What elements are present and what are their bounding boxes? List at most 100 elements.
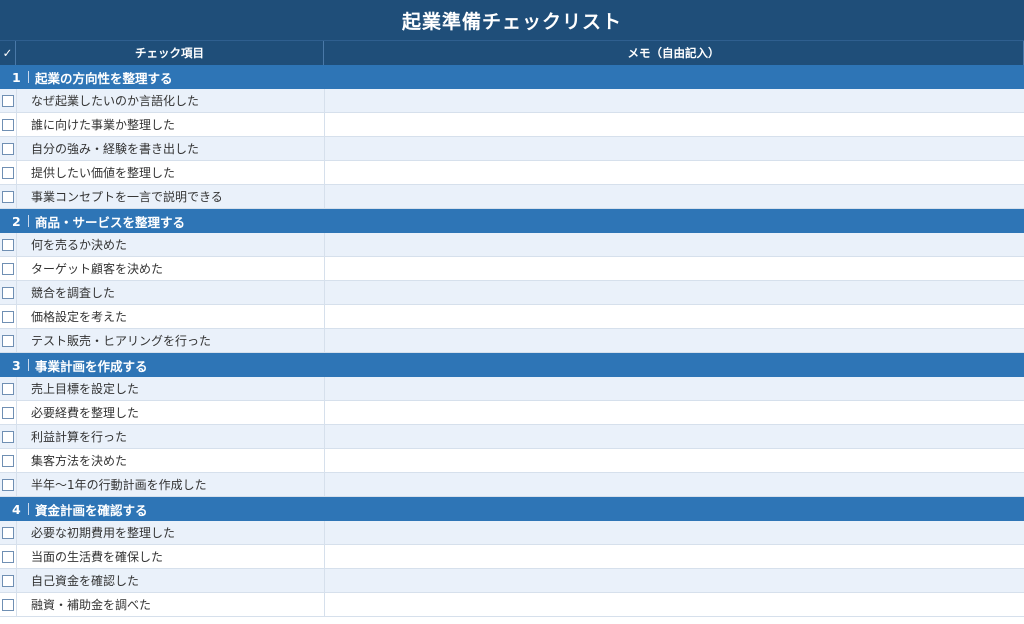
checkbox[interactable] [2,478,14,491]
section-header: 1 起業の方向性を整理する [0,65,1024,89]
memo-cell[interactable] [325,137,1024,160]
checkbox[interactable] [2,334,14,347]
check-cell[interactable] [0,89,17,112]
memo-cell[interactable] [325,449,1024,472]
check-item-label: なぜ起業したいのか言語化した [17,89,325,112]
checklist-row: 利益計算を行った [0,425,1024,449]
checklist-row: なぜ起業したいのか言語化した [0,89,1024,113]
checkbox[interactable] [2,166,14,179]
check-cell[interactable] [0,593,17,616]
checkbox[interactable] [2,310,14,323]
checkbox[interactable] [2,238,14,251]
memo-cell[interactable] [325,593,1024,616]
section-divider [28,215,29,227]
check-cell[interactable] [0,425,17,448]
memo-cell[interactable] [325,377,1024,400]
memo-cell[interactable] [325,161,1024,184]
check-cell[interactable] [0,305,17,328]
checkbox[interactable] [2,430,14,443]
checklist-row: ターゲット顧客を決めた [0,257,1024,281]
section-header: 3 事業計画を作成する [0,353,1024,377]
check-item-label: 自己資金を確認した [17,569,325,592]
check-cell[interactable] [0,161,17,184]
memo-cell[interactable] [325,281,1024,304]
checklist-row: 価格設定を考えた [0,305,1024,329]
checklist-row: 競合を調査した [0,281,1024,305]
checkbox[interactable] [2,574,14,587]
section-number: 2 [12,213,21,229]
memo-cell[interactable] [325,545,1024,568]
header-memo: メモ（自由記入） [324,41,1024,65]
section-title: 資金計画を確認する [35,502,148,518]
checkbox[interactable] [2,382,14,395]
section-divider [28,71,29,83]
check-item-label: 必要経費を整理した [17,401,325,424]
check-cell[interactable] [0,401,17,424]
checklist-row: 売上目標を設定した [0,377,1024,401]
checkbox[interactable] [2,190,14,203]
page-title: 起業準備チェックリスト [401,10,622,33]
checklist-row: 自分の強み・経験を書き出した [0,137,1024,161]
title-bar: 起業準備チェックリスト [0,0,1024,40]
memo-cell[interactable] [325,113,1024,136]
check-cell[interactable] [0,233,17,256]
checklist-row: 提供したい価値を整理した [0,161,1024,185]
memo-cell[interactable] [325,185,1024,208]
checkbox[interactable] [2,454,14,467]
checklist-row: 半年〜1年の行動計画を作成した [0,473,1024,497]
check-item-label: 必要な初期費用を整理した [17,521,325,544]
memo-cell[interactable] [325,233,1024,256]
check-cell[interactable] [0,521,17,544]
checkbox[interactable] [2,406,14,419]
check-item-label: 集客方法を決めた [17,449,325,472]
memo-cell[interactable] [325,473,1024,496]
section-divider [28,359,29,371]
check-item-label: 自分の強み・経験を書き出した [17,137,325,160]
check-cell[interactable] [0,281,17,304]
check-cell[interactable] [0,113,17,136]
header-item: チェック項目 [16,41,324,65]
check-item-label: 誰に向けた事業か整理した [17,113,325,136]
check-item-label: 半年〜1年の行動計画を作成した [17,473,325,496]
section-number: 3 [12,357,21,373]
checklist-row: 集客方法を決めた [0,449,1024,473]
checkbox[interactable] [2,94,14,107]
memo-cell[interactable] [325,401,1024,424]
check-cell[interactable] [0,257,17,280]
checkbox[interactable] [2,598,14,611]
check-cell[interactable] [0,329,17,352]
checkbox[interactable] [2,550,14,563]
check-cell[interactable] [0,377,17,400]
checklist-row: 当面の生活費を確保した [0,545,1024,569]
memo-cell[interactable] [325,89,1024,112]
checkbox[interactable] [2,142,14,155]
checkbox[interactable] [2,118,14,131]
check-cell[interactable] [0,545,17,568]
memo-cell[interactable] [325,305,1024,328]
section-number: 1 [12,69,21,85]
memo-cell[interactable] [325,521,1024,544]
check-item-label: 利益計算を行った [17,425,325,448]
memo-cell[interactable] [325,257,1024,280]
check-cell[interactable] [0,569,17,592]
checkbox[interactable] [2,262,14,275]
section-number: 4 [12,501,21,517]
checklist-row: 誰に向けた事業か整理した [0,113,1024,137]
memo-cell[interactable] [325,425,1024,448]
checklist-row: テスト販売・ヒアリングを行った [0,329,1024,353]
section-title: 事業計画を作成する [35,358,148,374]
memo-cell[interactable] [325,569,1024,592]
check-cell[interactable] [0,449,17,472]
check-item-label: 競合を調査した [17,281,325,304]
check-cell[interactable] [0,137,17,160]
checklist-row: 自己資金を確認した [0,569,1024,593]
check-cell[interactable] [0,473,17,496]
check-item-label: 売上目標を設定した [17,377,325,400]
checkbox[interactable] [2,286,14,299]
checkbox[interactable] [2,526,14,539]
checklist-row: 必要経費を整理した [0,401,1024,425]
check-cell[interactable] [0,185,17,208]
checklist-row: 融資・補助金を調べた [0,593,1024,617]
memo-cell[interactable] [325,329,1024,352]
section-header: 4 資金計画を確認する [0,497,1024,521]
